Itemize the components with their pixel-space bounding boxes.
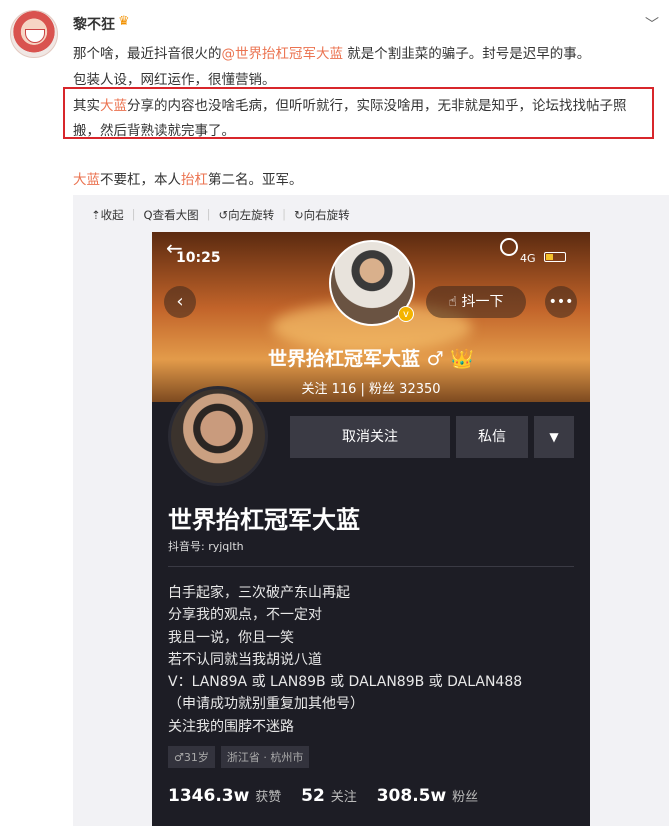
weibo-post: 黎不狂 ♛ ﹀ 那个啥，最近抖音很火的@世界抬杠冠军大蓝 就是个割韭菜的骗子。封… (0, 0, 669, 826)
more-icon: ••• (545, 286, 577, 318)
divider (168, 566, 574, 567)
header-name: 世界抬杠冠军大蓝 ♂ 👑 (268, 348, 474, 370)
following-label: 关注 (330, 790, 357, 805)
username[interactable]: 黎不狂 (73, 14, 115, 34)
back-button-icon: ‹ (164, 286, 196, 318)
divider: | (206, 207, 211, 221)
battery-icon (544, 252, 566, 262)
profile-header: ← 10:25 4G v ‹ ☝ 抖一下 ••• 世界抬杠冠军大蓝 ♂ 👑 关注… (152, 232, 590, 402)
douyin-id: 抖音号: ryjqlth (168, 540, 244, 553)
text: 就是个割韭菜的骗子。封号是迟早的事。 (343, 46, 591, 62)
network-label: 4G (520, 252, 536, 265)
mention-link[interactable]: @世界抬杠冠军大蓝 (222, 46, 344, 62)
topic-link[interactable]: 大蓝 (73, 172, 100, 188)
topic-link[interactable]: 抬杠 (181, 172, 208, 188)
dropdown-triangle-icon: ▼ (534, 416, 574, 458)
post-line-1: 那个啥，最近抖音很火的@世界抬杠冠军大蓝 就是个割韭菜的骗子。封号是迟早的事。 (73, 42, 590, 62)
image-toolbar: ⇡收起 | Q查看大图 | ↺向左旋转 | ↻向右旋转 (91, 207, 350, 223)
text: 其实 (73, 98, 100, 114)
profile-counts: 1346.3w 获赞 52 关注 308.5w 粉丝 (168, 786, 492, 806)
view-large-button[interactable]: Q查看大图 (144, 207, 199, 223)
text: 分享的内容也没啥毛病，但听听就行，实际没啥用，无非就是知乎，论坛找找帖子照 (127, 98, 627, 114)
topic-link[interactable]: 大蓝 (100, 98, 127, 114)
divider: | (131, 207, 136, 221)
user-avatar[interactable] (10, 10, 58, 58)
fans-label: 粉丝 (452, 790, 479, 805)
post-line-3: 其实大蓝分享的内容也没啥毛病，但听听就行，实际没啥用，无非就是知乎，论坛找找帖子… (73, 94, 627, 114)
chevron-down-icon[interactable]: ﹀ (645, 14, 659, 34)
collapse-button[interactable]: ⇡收起 (91, 207, 124, 223)
shake-button: ☝ 抖一下 (426, 286, 526, 318)
fans-count: 308.5w (376, 786, 447, 806)
profile-avatar (168, 386, 268, 486)
message-button: 私信 (456, 416, 528, 458)
age-tag: ♂31岁 (168, 746, 215, 768)
display-name: 世界抬杠冠军大蓝 (168, 506, 360, 534)
search-icon (500, 238, 518, 256)
embedded-screenshot[interactable]: ← 10:25 4G v ‹ ☝ 抖一下 ••• 世界抬杠冠军大蓝 ♂ 👑 关注… (152, 232, 590, 826)
location-tag: 浙江省 · 杭州市 (220, 746, 310, 768)
likes-label: 获赞 (255, 790, 282, 805)
verified-icon: v (398, 306, 414, 322)
profile-tags: ♂31岁 浙江省 · 杭州市 (168, 746, 310, 768)
unfollow-button: 取消关注 (290, 416, 450, 458)
text: 那个啥，最近抖音很火的 (73, 46, 222, 62)
likes-count: 1346.3w (168, 786, 250, 806)
divider: | (282, 207, 286, 221)
status-time: 10:25 (176, 250, 221, 266)
post-line-2: 包装人设，网红运作，很懂营销。 (73, 72, 276, 88)
following-count: 52 (301, 786, 325, 806)
bio-text: 白手起家，三次破产东山再起 分享我的观点，不一定对 我且一说，你且一笑 若不认同… (168, 585, 523, 735)
rotate-left-button[interactable]: ↺向左旋转 (218, 207, 274, 223)
rotate-right-button[interactable]: ↻向右旋转 (294, 207, 350, 223)
vip-crown-icon: ♛ (118, 14, 130, 29)
post-line-4: 搬，然后背熟读就完事了。 (73, 123, 235, 139)
post-line-5: 大蓝不要杠，本人抬杠第二名。亚军。 (73, 168, 303, 188)
text: 第二名。亚军。 (208, 172, 303, 188)
text: 不要杠，本人 (100, 172, 181, 188)
